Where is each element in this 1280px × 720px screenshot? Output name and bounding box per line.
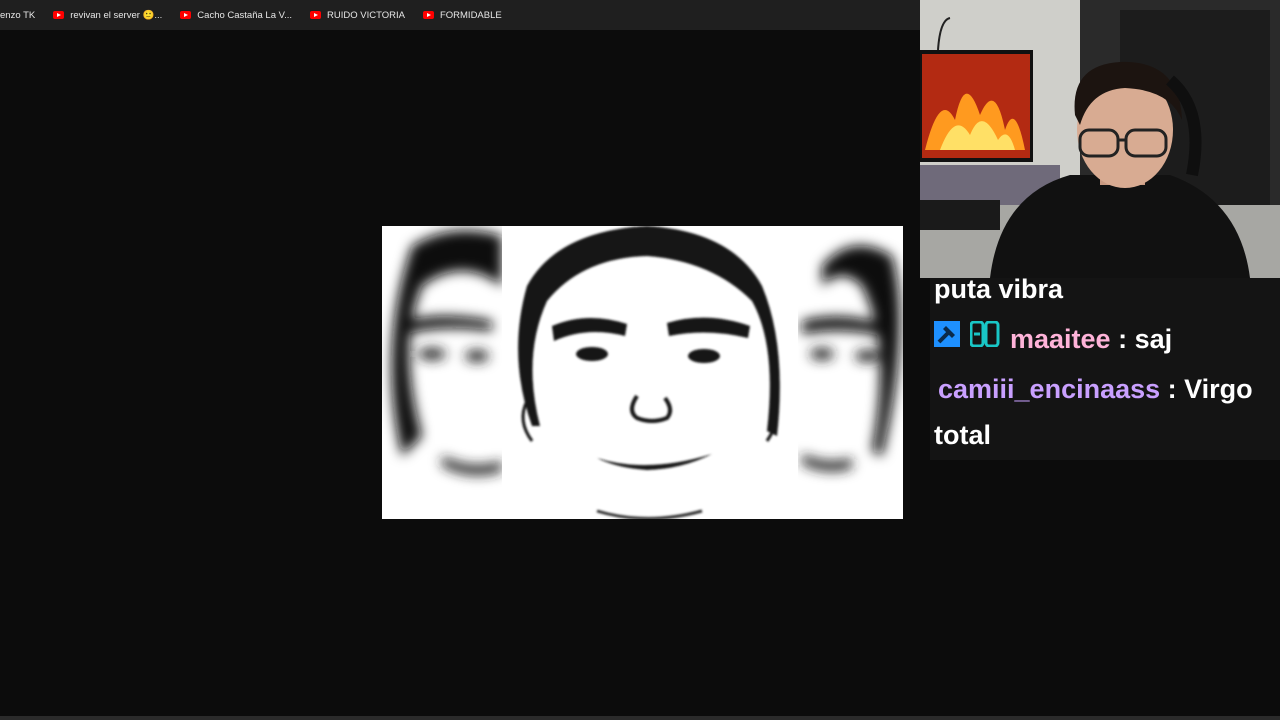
chat-message-text: puta vibra xyxy=(934,274,1064,304)
hammer-icon xyxy=(934,315,960,361)
chat-message-text: total xyxy=(934,420,991,450)
chat-overlay: puta vibra maaitee : saj camiii_encinaas… xyxy=(920,274,1280,716)
chat-separator: : xyxy=(1160,374,1185,404)
chat-username[interactable]: camiii_encinaass xyxy=(938,374,1160,404)
bottom-edge xyxy=(0,716,1280,720)
bookmark-label: revivan el server 🙂... xyxy=(70,9,163,21)
chat-message: maaitee : saj xyxy=(934,316,1172,364)
bookmark-label: RUIDO VICTORIA xyxy=(327,9,405,21)
bookmark-formidable[interactable]: FORMIDABLE xyxy=(422,0,502,30)
bookmark-ruido-victoria[interactable]: RUIDO VICTORIA xyxy=(310,0,405,30)
bookmark-cacho-castana[interactable]: Cacho Castaña La V... xyxy=(180,0,292,30)
bookmark-label: Cacho Castaña La V... xyxy=(197,9,293,21)
bookmark-label: FORMIDABLE xyxy=(439,9,502,21)
bookmark-label: enzo TK xyxy=(0,9,36,21)
chat-message: puta vibra xyxy=(934,266,1063,312)
chat-message: camiii_encinaass : Virgo xyxy=(938,366,1253,412)
chat-message-text: Virgo xyxy=(1184,374,1253,404)
youtube-icon xyxy=(53,11,65,19)
bookmark-revivan-el-server[interactable]: revivan el server 🙂... xyxy=(53,0,162,30)
chat-message-text: saj xyxy=(1134,324,1173,354)
youtube-icon xyxy=(310,11,322,19)
bookmarks-bar: enzo TK revivan el server 🙂... Cacho Cas… xyxy=(0,0,920,31)
webcam-overlay xyxy=(920,0,1280,278)
face-sketch-image xyxy=(382,226,903,519)
chat-message: total xyxy=(934,412,991,458)
chat-separator: : xyxy=(1110,324,1135,354)
chat-username[interactable]: maaitee xyxy=(1010,324,1111,354)
youtube-icon xyxy=(180,11,192,19)
badge-icon xyxy=(969,315,1000,361)
youtube-icon xyxy=(422,11,434,19)
bookmark-enzo-tk[interactable]: enzo TK xyxy=(0,0,35,30)
